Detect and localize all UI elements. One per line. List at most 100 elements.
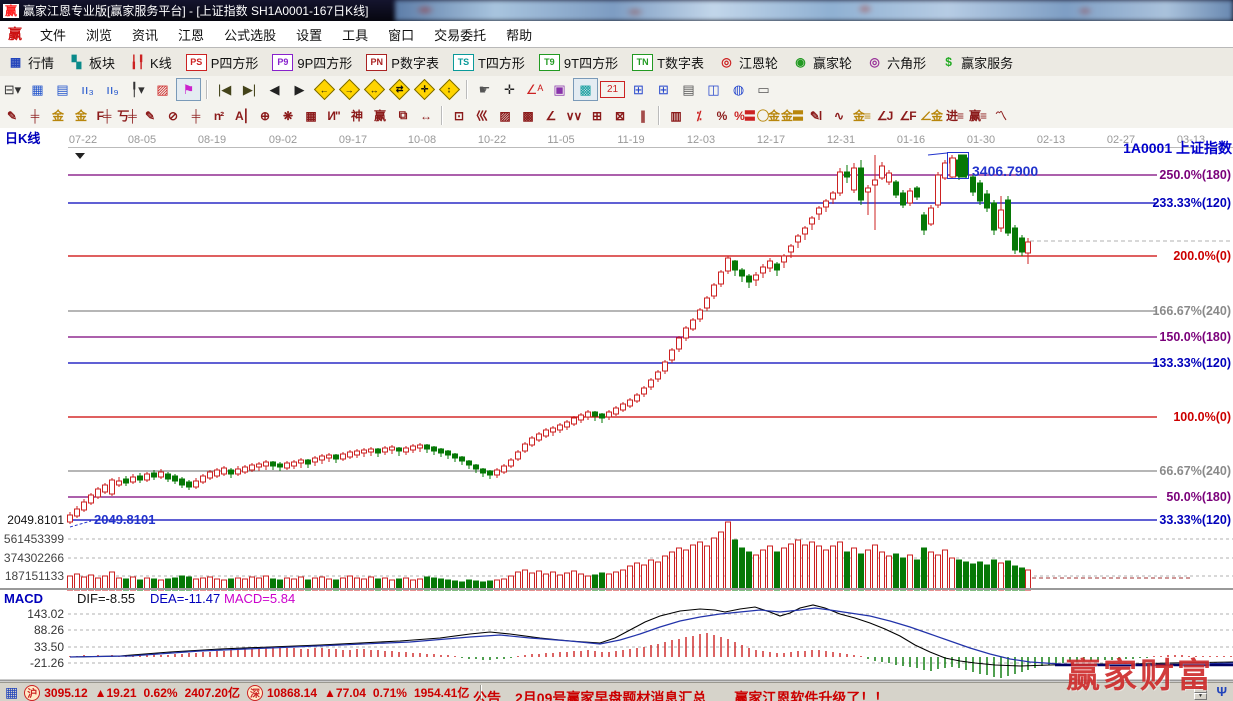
menu-item-设置[interactable]: 设置 (286, 23, 332, 46)
jin-levels-button[interactable]: 进≡ (944, 106, 965, 125)
grid-box-button[interactable]: ⊞ (586, 106, 607, 125)
diamond-all-button[interactable]: ✛ (413, 79, 436, 100)
diamond-left-button[interactable]: ← (313, 79, 336, 100)
diamond-right-button[interactable]: → (338, 79, 361, 100)
ying-grid-button[interactable]: 赢 (369, 106, 390, 125)
shanghai-market-icon[interactable]: 沪 (24, 685, 40, 701)
wave-a-button[interactable]: ∿ (828, 106, 849, 125)
menu-item-帮助[interactable]: 帮助 (496, 23, 542, 46)
angle-measure-button[interactable]: ∠ᴬ (523, 79, 546, 100)
menu-item-资讯[interactable]: 资讯 (122, 23, 168, 46)
column-chart-button[interactable]: ▥ (665, 106, 686, 125)
m-quote-button[interactable]: И" (323, 106, 344, 125)
ticker-scroll-spinner[interactable]: ▲ ▼ (1194, 685, 1207, 700)
feature-p-number-table-button[interactable]: PNP数字表 (363, 52, 442, 73)
color-flag-button[interactable]: ⚑ (176, 78, 201, 101)
feature-t-number-table-button[interactable]: TNT数字表 (629, 52, 707, 73)
gold-circle-button[interactable]: ◯金 (757, 106, 779, 125)
gold-line-button[interactable]: 金〓 (781, 106, 803, 125)
feature-9t-square-button[interactable]: T99T四方形 (536, 52, 621, 73)
feature-gann-wheel-button[interactable]: ◎江恩轮 (715, 52, 781, 73)
last-page-button[interactable]: ▶| (238, 79, 261, 100)
ma-grid-button[interactable]: 丂╪ (116, 106, 137, 125)
compass-button[interactable]: ⊕ (254, 106, 275, 125)
diamond-compress-button[interactable]: ⇄ (388, 79, 411, 100)
bars-3-button[interactable]: ıı₃ (76, 79, 99, 100)
pencil-2-button[interactable]: ✎ (139, 106, 160, 125)
diamond-expand-button[interactable]: ↔ (363, 79, 386, 100)
parallel-lines-button[interactable]: ∥ (632, 106, 653, 125)
shenzhen-market-icon[interactable]: 深 (247, 685, 263, 701)
h-span-button[interactable]: ↔ (415, 106, 436, 125)
feature-winner-service-button[interactable]: $赢家服务 (937, 52, 1016, 73)
calendar-button[interactable]: 21 (600, 81, 625, 98)
wave-tool-button[interactable]: 〽 (990, 106, 1011, 125)
gold-grid-1-button[interactable]: 金 (47, 106, 68, 125)
save-floppy-button[interactable]: ◫ (702, 79, 725, 100)
print-button[interactable]: ▭ (752, 79, 775, 100)
ruler-123-button[interactable]: ⧉ (392, 106, 413, 125)
spinner-down-icon[interactable]: ▼ (1194, 693, 1207, 701)
crosshair-tool-button[interactable]: ✛ (498, 79, 521, 100)
menu-item-文件[interactable]: 文件 (30, 23, 76, 46)
market-table-icon[interactable]: ▦ (5, 684, 18, 701)
kline-period-dropdown-button[interactable]: ⊟▾ (1, 79, 24, 100)
feature-winner-wheel-button[interactable]: ◉赢家轮 (789, 52, 855, 73)
angle-gold-button[interactable]: ∠金 (920, 106, 942, 125)
shen-grid-button[interactable]: 神 (346, 106, 367, 125)
box-tool-button[interactable]: ⊡ (448, 106, 469, 125)
diamond-vertical-button[interactable]: ↕ (438, 79, 461, 100)
menu-item-窗口[interactable]: 窗口 (378, 23, 424, 46)
candle-style-dropdown-button[interactable]: ╿▾ (126, 79, 149, 100)
percent-button[interactable]: % (711, 106, 732, 125)
pane-label-kline[interactable]: 日K线 (5, 131, 40, 146)
calculator-2-button[interactable]: ⊞ (652, 79, 675, 100)
next-bar-button[interactable]: ▶ (288, 79, 311, 100)
menu-item-公式选股[interactable]: 公式选股 (214, 23, 286, 46)
menu-item-交易委托[interactable]: 交易委托 (424, 23, 496, 46)
shaded-box-button[interactable]: ▨ (494, 106, 515, 125)
pattern-brush-button[interactable]: ▨ (151, 79, 174, 100)
first-page-button[interactable]: |◀ (213, 79, 236, 100)
feature-kline-button[interactable]: ╽╿K线 (126, 52, 175, 73)
angle-j-button[interactable]: ∠J (874, 106, 895, 125)
maze-analysis-button[interactable]: ▩ (573, 78, 598, 101)
pencil-candle-button[interactable]: ✎l (805, 106, 826, 125)
percent-line-button[interactable]: %〓 (734, 106, 755, 125)
gold-levels-button[interactable]: 金≡ (851, 106, 872, 125)
check-line-button[interactable]: ∨∨ (563, 106, 584, 125)
macd-pane-title[interactable]: MACD (4, 591, 43, 606)
gold-grid-2-button[interactable]: 金 (70, 106, 91, 125)
feature-quotes-button[interactable]: ▦行情 (4, 52, 57, 73)
n-square-button[interactable]: n² (208, 106, 229, 125)
pencil-button[interactable]: ✎ (1, 106, 22, 125)
calculator-1-button[interactable]: ⊞ (627, 79, 650, 100)
dark-box-button[interactable]: ▩ (517, 106, 538, 125)
f10-info-button[interactable]: ▤ (51, 79, 74, 100)
menu-item-浏览[interactable]: 浏览 (76, 23, 122, 46)
angle-line-button[interactable]: ∠ (540, 106, 561, 125)
ying-levels-button[interactable]: 赢≡ (967, 106, 988, 125)
grid-box-2-button[interactable]: ⊠ (609, 106, 630, 125)
fan-lines-button[interactable]: 巛 (471, 106, 492, 125)
star-web-button[interactable]: ❋ (277, 106, 298, 125)
feature-p-square-button[interactable]: PSP四方形 (183, 52, 262, 73)
f-grid-button[interactable]: F╪ (93, 106, 114, 125)
export-disk-button[interactable]: ◍ (727, 79, 750, 100)
menu-item-江恩[interactable]: 江恩 (168, 23, 214, 46)
spinner-up-icon[interactable]: ▲ (1194, 685, 1207, 693)
circle-grid-button[interactable]: ⊘ (162, 106, 183, 125)
edit-window-button[interactable]: ▣ (548, 79, 571, 100)
menu-item-工具[interactable]: 工具 (332, 23, 378, 46)
window-split-button[interactable]: ▦ (26, 79, 49, 100)
a-line-button[interactable]: A⎮ (231, 106, 252, 125)
feature-hexagon-button[interactable]: ◎六角形 (863, 52, 929, 73)
angle-f-button[interactable]: ∠F (897, 106, 918, 125)
news-ticker[interactable]: 公告 2月09号赢家早盘题材消息汇总 赢家江恩软件升级了！！ (473, 688, 1163, 701)
kline-chart[interactable]: 07-2208-0508-1909-0209-1710-0810-2211-05… (0, 128, 1233, 682)
hand-tool-button[interactable]: ☛ (473, 79, 496, 100)
feature-sectors-button[interactable]: ▚板块 (65, 52, 118, 73)
hash-line-button[interactable]: ╪ (24, 106, 45, 125)
feature-9p-square-button[interactable]: P99P四方形 (269, 52, 355, 73)
feature-t-square-button[interactable]: TST四方形 (450, 52, 528, 73)
